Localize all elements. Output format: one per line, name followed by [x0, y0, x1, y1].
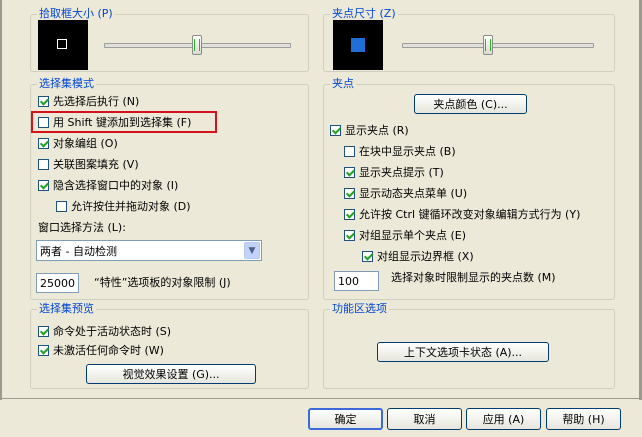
checkbox-box[interactable] — [362, 250, 373, 262]
checkbox-box[interactable] — [38, 325, 49, 337]
checkbox-box[interactable] — [38, 344, 49, 356]
group-bounding-box-checkbox[interactable]: 对组显示边界框 (X) — [362, 248, 474, 264]
pickbox-square-icon — [57, 39, 67, 49]
checkbox-label: 允许按 Ctrl 键循环改变对象编辑方式行为 (Y) — [359, 208, 581, 221]
pickbox-slider-thumb[interactable] — [191, 35, 202, 55]
checkbox-label: 隐含选择窗口中的对象 (I) — [53, 179, 179, 192]
pickbox-size-title: 拾取框大小 (P) — [37, 7, 115, 21]
shift-add-checkbox[interactable]: 用 Shift 键添加到选择集 (F) — [38, 114, 191, 130]
checkbox-label: 先选择后执行 (N) — [53, 95, 140, 108]
help-button[interactable]: 帮助 (H) — [546, 408, 621, 430]
checkbox-label: 显示动态夹点菜单 (U) — [359, 187, 468, 200]
checkbox-box[interactable] — [38, 95, 49, 107]
properties-limit-input[interactable]: 25000 — [36, 273, 79, 293]
checkbox-box[interactable] — [38, 179, 49, 191]
checkbox-box[interactable] — [38, 116, 49, 128]
single-grip-groups-checkbox[interactable]: 对组显示单个夹点 (E) — [344, 227, 466, 243]
implied-windowing-checkbox[interactable]: 隐含选择窗口中的对象 (I) — [38, 177, 178, 193]
grip-slider-track[interactable] — [402, 43, 594, 48]
grip-preview — [333, 20, 383, 70]
checkbox-label: 未激活任何命令时 (W) — [53, 344, 164, 357]
properties-limit-label: “特性”选项板的对象限制 (J) — [94, 276, 231, 289]
checkbox-box[interactable] — [344, 229, 355, 241]
window-method-value: 两者 - 自动检测 — [40, 244, 117, 258]
ctrl-cycling-checkbox[interactable]: 允许按 Ctrl 键循环改变对象编辑方式行为 (Y) — [344, 206, 580, 222]
window-method-label: 窗口选择方法 (L): — [38, 221, 126, 234]
grip-color-button[interactable]: 夹点颜色 (C)... — [414, 94, 527, 114]
checkbox-box[interactable] — [344, 208, 355, 220]
grip-slider-thumb[interactable] — [483, 35, 493, 55]
checkbox-box[interactable] — [344, 145, 355, 157]
object-grouping-checkbox[interactable]: 对象编组 (O) — [38, 135, 118, 151]
pickbox-preview — [38, 20, 88, 70]
checkbox-box[interactable] — [38, 137, 49, 149]
checkbox-label: 用 Shift 键添加到选择集 (F) — [53, 116, 192, 129]
checkbox-box[interactable] — [38, 158, 49, 170]
checkbox-label: 在块中显示夹点 (B) — [359, 145, 456, 158]
checkbox-label: 对组显示单个夹点 (E) — [359, 229, 467, 242]
noun-verb-checkbox[interactable]: 先选择后执行 (N) — [38, 93, 139, 109]
checkbox-box[interactable] — [330, 124, 341, 136]
grip-limit-label: 选择对象时限制显示的夹点数 (M) — [391, 271, 556, 284]
visual-effects-button[interactable]: 视觉效果设置 (G)... — [86, 364, 256, 384]
grip-tips-checkbox[interactable]: 显示夹点提示 (T) — [344, 164, 444, 180]
grips-in-blocks-checkbox[interactable]: 在块中显示夹点 (B) — [344, 143, 456, 159]
dynamic-grip-menu-checkbox[interactable]: 显示动态夹点菜单 (U) — [344, 185, 467, 201]
preview-active-checkbox[interactable]: 命令处于活动状态时 (S) — [38, 323, 171, 339]
grip-square-icon — [351, 38, 365, 52]
dialog-bottom-edge — [0, 398, 642, 399]
cancel-button[interactable]: 取消 — [387, 408, 462, 430]
preview-inactive-checkbox[interactable]: 未激活任何命令时 (W) — [38, 342, 164, 358]
checkbox-label: 对象编组 (O) — [53, 137, 118, 150]
window-method-select[interactable]: 两者 - 自动检测 ▼ — [36, 240, 262, 261]
apply-button[interactable]: 应用 (A) — [466, 408, 541, 430]
show-grips-checkbox[interactable]: 显示夹点 (R) — [330, 122, 409, 138]
dialog-left-edge — [0, 0, 2, 400]
selection-preview-title: 选择集预览 — [37, 302, 96, 316]
ok-button[interactable]: 确定 — [308, 408, 383, 430]
checkbox-box[interactable] — [344, 166, 355, 178]
press-drag-checkbox[interactable]: 允许按住并拖动对象 (D) — [56, 198, 191, 214]
grips-title: 夹点 — [330, 77, 356, 91]
grip-size-title: 夹点尺寸 (Z) — [330, 7, 398, 21]
checkbox-box[interactable] — [344, 187, 355, 199]
ribbon-options-title: 功能区选项 — [330, 302, 389, 316]
chevron-down-icon[interactable]: ▼ — [244, 242, 260, 259]
associative-hatch-checkbox[interactable]: 关联图案填充 (V) — [38, 156, 139, 172]
checkbox-label: 允许按住并拖动对象 (D) — [71, 200, 191, 213]
grip-limit-input[interactable]: 100 — [334, 271, 379, 291]
checkbox-label: 显示夹点提示 (T) — [359, 166, 444, 179]
checkbox-label: 命令处于活动状态时 (S) — [53, 325, 172, 338]
checkbox-label: 关联图案填充 (V) — [53, 158, 139, 171]
checkbox-label: 对组显示边界框 (X) — [377, 250, 474, 263]
contextual-tab-states-button[interactable]: 上下文选项卡状态 (A)... — [377, 342, 549, 362]
selection-modes-title: 选择集模式 — [37, 77, 96, 91]
checkbox-box[interactable] — [56, 200, 67, 212]
checkbox-label: 显示夹点 (R) — [345, 124, 409, 137]
